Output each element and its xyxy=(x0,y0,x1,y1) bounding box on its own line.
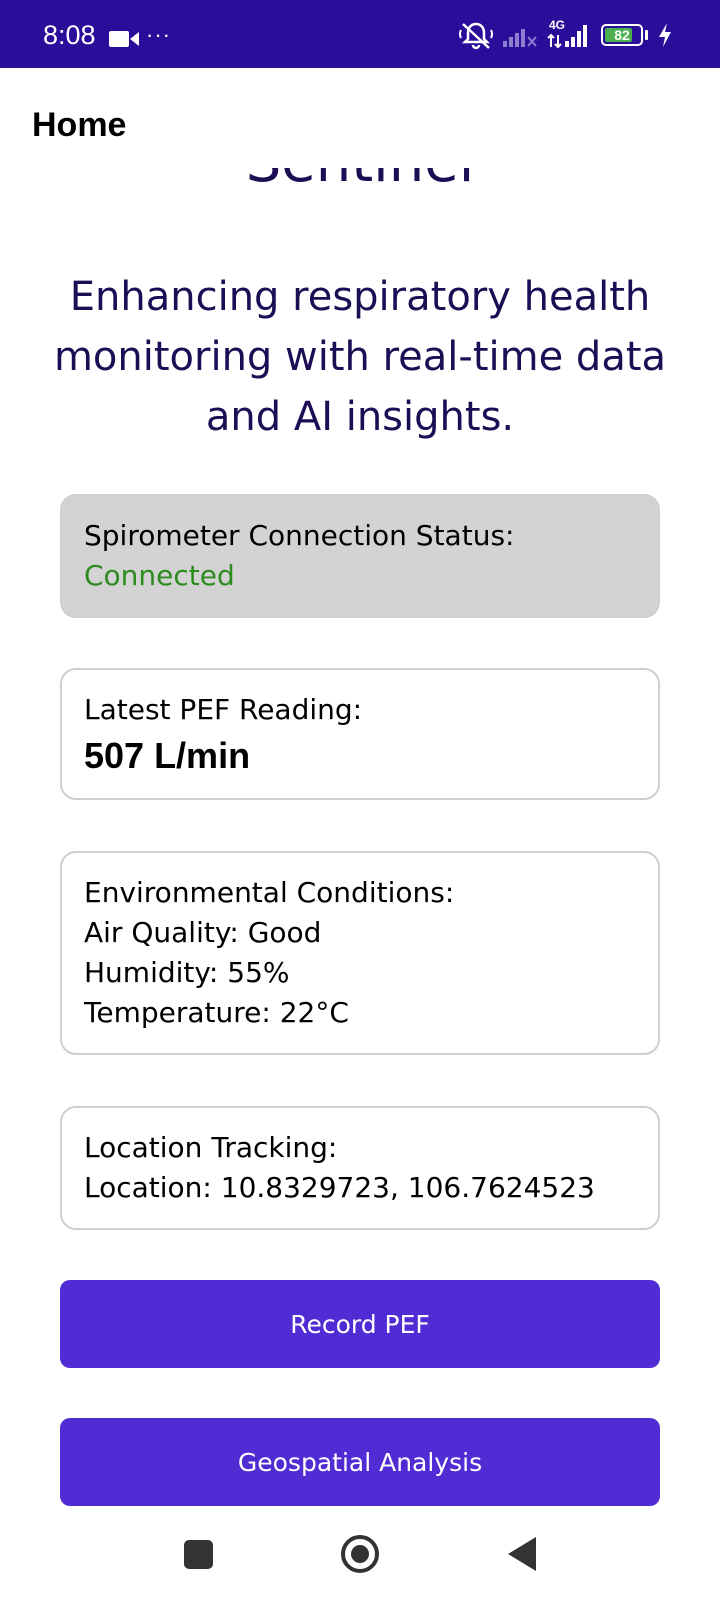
status-icons: 4G 82 xyxy=(459,18,672,50)
location-value: Location: 10.8329723, 106.7624523 xyxy=(84,1171,595,1204)
geospatial-analysis-button[interactable]: Geospatial Analysis xyxy=(60,1418,660,1506)
battery-percent: 82 xyxy=(614,27,630,43)
page-title: Home xyxy=(32,106,127,144)
battery-tip xyxy=(645,30,648,40)
more-notifications-icon: ··· xyxy=(146,22,171,47)
environment-label: Environmental Conditions: xyxy=(84,876,455,909)
app-tagline: Enhancing respiratory health monitoring … xyxy=(53,274,667,440)
home-circle-icon[interactable] xyxy=(341,1535,379,1573)
connection-status-card: Spirometer Connection Status: Connected xyxy=(60,494,660,618)
connection-status-value: Connected xyxy=(84,559,235,592)
status-time: 8:08 xyxy=(43,20,96,50)
air-quality-value: Air Quality: Good xyxy=(84,916,322,949)
signal-4g-icon: 4G xyxy=(547,18,591,49)
location-card: Location Tracking: Location: 10.8329723,… xyxy=(60,1106,660,1230)
recents-square-icon[interactable] xyxy=(184,1540,213,1569)
back-triangle-icon[interactable] xyxy=(508,1537,536,1571)
pef-reading-card: Latest PEF Reading: 507 L/min xyxy=(60,668,660,800)
charging-bolt-icon xyxy=(659,23,671,47)
pef-reading-value: 507 L/min xyxy=(84,735,251,776)
pef-reading-label: Latest PEF Reading: xyxy=(84,693,363,726)
location-label: Location Tracking: xyxy=(84,1131,338,1164)
connection-status-label: Spirometer Connection Status: xyxy=(84,519,515,552)
signal-sim1-no-service-icon xyxy=(503,29,537,47)
home-scroll-content[interactable]: Sentinel Enhancing respiratory health mo… xyxy=(0,150,720,1515)
mute-bell-icon xyxy=(459,22,493,50)
battery-icon: 82 xyxy=(601,24,643,46)
system-navigation-bar xyxy=(0,1515,720,1600)
app-bar: Home xyxy=(0,68,720,168)
video-camera-icon xyxy=(109,31,139,47)
temperature-value: Temperature: 22°C xyxy=(84,996,349,1029)
record-pef-button[interactable]: Record PEF xyxy=(60,1280,660,1368)
humidity-value: Humidity: 55% xyxy=(84,956,290,989)
environment-card: Environmental Conditions: Air Quality: G… xyxy=(60,851,660,1055)
status-bar: 8:08 ··· 4G 82 xyxy=(0,0,720,68)
signal-bars-icon xyxy=(547,25,587,49)
